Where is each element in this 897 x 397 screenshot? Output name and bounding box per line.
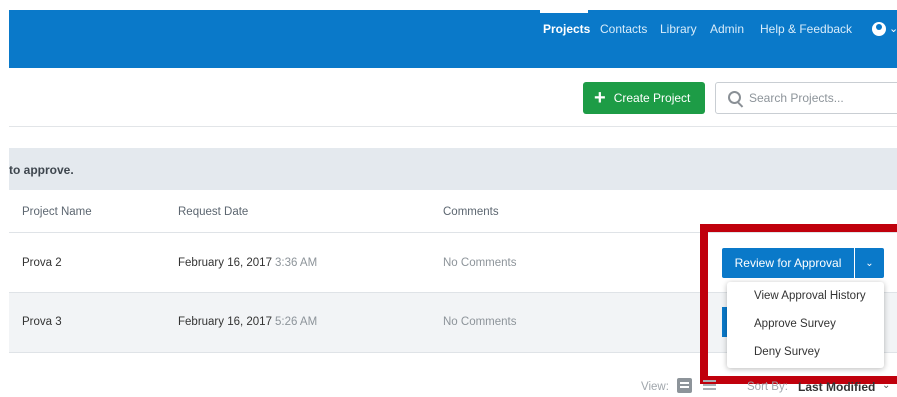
nav-projects[interactable]: Projects — [543, 22, 590, 36]
list-view-icon[interactable] — [703, 380, 716, 382]
nav-contacts[interactable]: Contacts — [600, 22, 647, 36]
row-1-time: 3:36 AM — [274, 257, 318, 269]
user-account-icon[interactable] — [872, 22, 886, 36]
column-header-request-date[interactable]: Request Date — [178, 206, 248, 218]
grid-view-icon[interactable] — [677, 378, 692, 393]
chevron-down-icon[interactable]: ⌄ — [882, 380, 890, 391]
notice-text: to approve. — [9, 163, 74, 177]
create-project-label: Create Project — [613, 91, 691, 105]
nav-library[interactable]: Library — [660, 22, 697, 36]
sort-dropdown[interactable]: Last Modified — [798, 380, 875, 394]
create-project-button[interactable]: + Create Project — [583, 82, 705, 114]
highlight-annotation — [700, 224, 897, 384]
active-tab-indicator — [540, 10, 588, 13]
search-box[interactable] — [715, 82, 897, 114]
top-strip — [0, 0, 897, 10]
row-1-date: February 16, 2017 — [178, 257, 272, 269]
chevron-down-icon[interactable]: ⌄ — [889, 22, 897, 35]
row-2-request-date: February 16, 2017 5:26 AM — [178, 316, 317, 328]
row-1-request-date: February 16, 2017 3:36 AM — [178, 257, 317, 269]
nav-help-feedback[interactable]: Help & Feedback — [760, 22, 852, 36]
row-1-comments: No Comments — [443, 257, 517, 269]
sort-label: Sort By: — [747, 381, 788, 393]
row-2-comments: No Comments — [443, 316, 517, 328]
search-input[interactable] — [747, 90, 897, 106]
app-header — [9, 10, 897, 68]
row-2-time: 5:26 AM — [274, 316, 318, 328]
notice-band — [9, 148, 897, 190]
row-2-project-name[interactable]: Prova 3 — [22, 316, 62, 328]
row-2-date: February 16, 2017 — [178, 316, 272, 328]
row-1-project-name[interactable]: Prova 2 — [22, 257, 62, 269]
column-header-project-name[interactable]: Project Name — [22, 206, 92, 218]
search-icon — [728, 91, 741, 104]
plus-icon: + — [594, 87, 606, 109]
view-label: View: — [641, 381, 669, 393]
column-header-comments[interactable]: Comments — [443, 206, 499, 218]
toolbar-divider — [9, 126, 897, 127]
nav-admin[interactable]: Admin — [710, 22, 744, 36]
